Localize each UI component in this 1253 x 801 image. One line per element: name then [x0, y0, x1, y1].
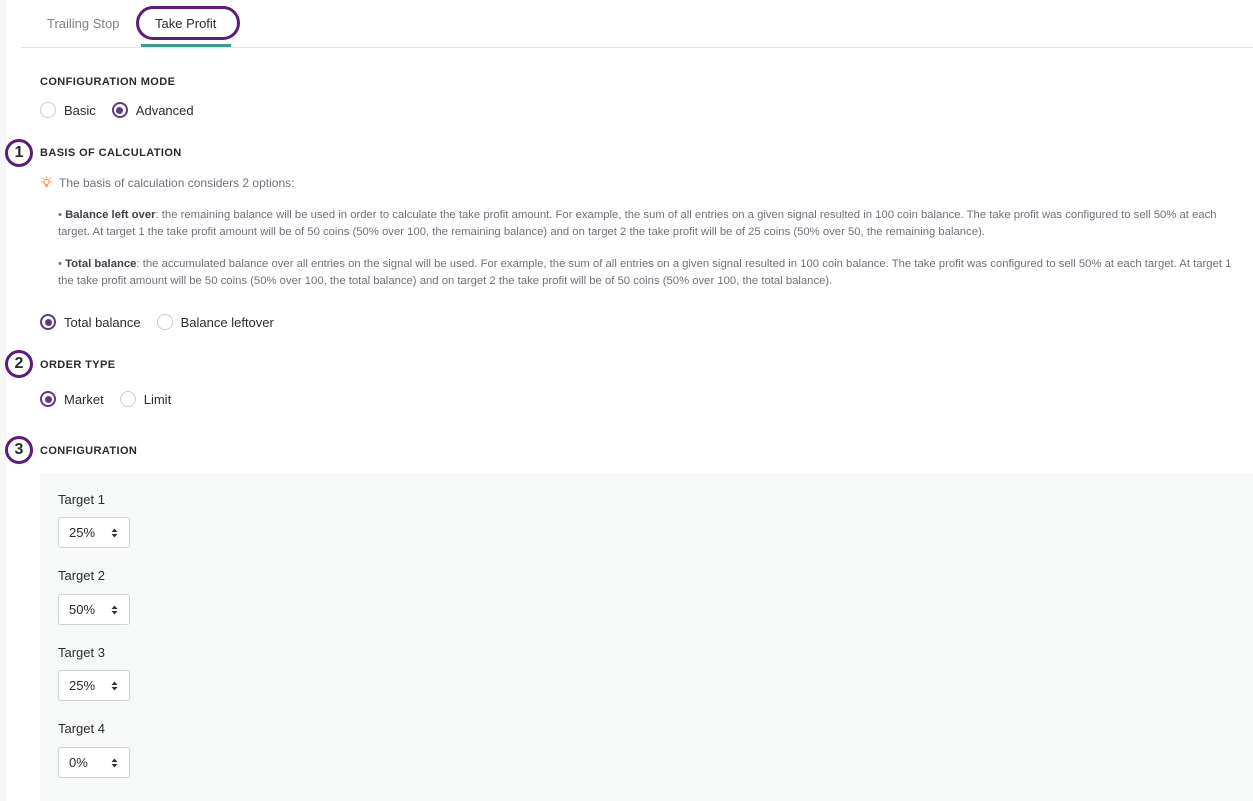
- tab-bar: Trailing Stop Take Profit: [21, 0, 1253, 48]
- configuration-mode-title: CONFIGURATION MODE: [40, 76, 176, 88]
- radio-advanced-label[interactable]: Advanced: [136, 103, 194, 118]
- basis-of-calculation-title: BASIS OF CALCULATION: [40, 147, 182, 159]
- step-marker-1: 1: [5, 139, 33, 167]
- basis-info: The basis of calculation considers 2 opt…: [40, 176, 294, 190]
- target-1-label: Target 1: [58, 492, 105, 507]
- lightbulb-icon: [41, 176, 52, 188]
- balance-left-over-text: : the remaining balance will be used in …: [58, 209, 1217, 238]
- radio-total-balance-label[interactable]: Total balance: [64, 315, 141, 330]
- balance-left-over-description: • Balance left over: the remaining balan…: [58, 209, 1217, 238]
- radio-basic[interactable]: [40, 102, 56, 118]
- radio-limit-label[interactable]: Limit: [144, 392, 171, 407]
- select-arrows-icon: [111, 758, 118, 768]
- target-3-value: 25%: [69, 678, 96, 693]
- tab-trailing-stop[interactable]: Trailing Stop: [47, 16, 120, 31]
- total-balance-term: Total balance: [65, 258, 137, 270]
- target-2-select[interactable]: 50%: [58, 594, 130, 625]
- select-arrows-icon: [111, 605, 118, 615]
- take-profit-panel: Trailing Stop Take Profit CONFIGURATION …: [5, 0, 1253, 801]
- radio-market-label[interactable]: Market: [64, 392, 104, 407]
- active-tab-indicator: [141, 44, 231, 47]
- order-type-radio-group: Market Limit: [40, 391, 187, 407]
- radio-market[interactable]: [40, 391, 56, 407]
- basis-info-text: The basis of calculation considers 2 opt…: [59, 176, 295, 190]
- radio-total-balance[interactable]: [40, 314, 56, 330]
- configuration-title: CONFIGURATION: [40, 445, 138, 457]
- order-type-title: ORDER TYPE: [40, 359, 116, 371]
- target-1-value: 25%: [69, 525, 96, 540]
- target-2-label: Target 2: [58, 568, 105, 583]
- target-3-label: Target 3: [58, 645, 105, 660]
- radio-basic-label[interactable]: Basic: [64, 103, 96, 118]
- radio-advanced[interactable]: [111, 102, 128, 118]
- total-balance-description: • Total balance: the accumulated balance…: [58, 258, 1232, 287]
- basis-radio-group: Total balance Balance leftover: [40, 314, 290, 330]
- radio-balance-leftover-label[interactable]: Balance leftover: [181, 315, 274, 330]
- target-4-select[interactable]: 0%: [58, 747, 130, 778]
- balance-left-over-term: Balance left over: [65, 209, 156, 221]
- radio-limit[interactable]: [119, 391, 136, 407]
- targets-config-box: Target 1 25% Target 2 50% Target 3 25% T…: [40, 473, 1253, 801]
- target-3-select[interactable]: 25%: [58, 670, 130, 701]
- tab-take-profit[interactable]: Take Profit: [155, 16, 216, 31]
- target-4-label: Target 4: [58, 721, 105, 736]
- select-arrows-icon: [111, 681, 118, 691]
- step-marker-2: 2: [5, 350, 33, 378]
- total-balance-text: : the accumulated balance over all entri…: [58, 258, 1232, 287]
- radio-balance-leftover[interactable]: [156, 314, 173, 330]
- step-marker-3: 3: [5, 436, 33, 464]
- target-2-value: 50%: [69, 602, 96, 617]
- target-4-value: 0%: [69, 755, 88, 770]
- target-1-select[interactable]: 25%: [58, 517, 130, 548]
- configuration-mode-radio-group: Basic Advanced: [40, 102, 210, 118]
- select-arrows-icon: [111, 528, 118, 538]
